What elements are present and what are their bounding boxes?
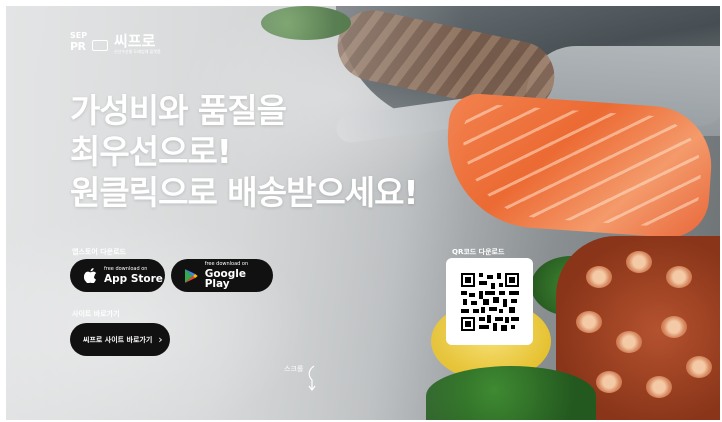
scroll-hint: 스크롤 — [284, 364, 318, 392]
qr-download-label: QR코드 다운로드 — [452, 248, 505, 256]
site-link-text: 씨프로 사이트 바로가기 — [83, 335, 153, 344]
app-download-label: 앱스토어 다운로드 — [72, 248, 126, 256]
site-link-button[interactable]: 씨프로 사이트 바로가기 › — [70, 323, 170, 356]
headline-line: 최우선으로! — [70, 132, 232, 171]
qr-code-icon — [460, 272, 519, 331]
scroll-arrow-icon — [308, 365, 316, 391]
app-store-label: App Store — [104, 272, 163, 285]
logo-mark-bottom: PR — [70, 40, 86, 53]
brand-tagline: 신선수산물 도매업체 플랫폼 — [114, 49, 161, 54]
chevron-right-icon: › — [158, 333, 163, 346]
google-play-label: Google Play — [204, 267, 246, 290]
scroll-hint-text: 스크롤 — [284, 365, 304, 373]
app-store-button[interactable]: free download on App Store — [70, 259, 165, 292]
hero-headline: 가성비와 품질을 최우선으로! 원클릭으로 배송받으세요! — [70, 90, 418, 213]
headline-line: 가성비와 품질을 — [70, 91, 287, 130]
google-play-button[interactable]: free download on Google Play — [171, 259, 273, 292]
apple-icon — [84, 268, 97, 283]
logo-mark: SEP PR — [70, 31, 110, 57]
brand-name: 씨프로 — [114, 32, 156, 50]
google-play-caption: free download on — [204, 260, 249, 267]
headline-line: 원클릭으로 배송받으세요! — [70, 173, 418, 212]
logo-mark-top: SEP — [70, 31, 88, 40]
qr-code-card[interactable] — [446, 258, 533, 345]
google-play-icon — [185, 268, 198, 283]
hero-banner: SEP PR 씨프로 신선수산물 도매업체 플랫폼 가성비와 품질을 최우선으로… — [6, 6, 720, 420]
truck-icon — [92, 40, 108, 51]
site-link-label: 사이트 바로가기 — [72, 310, 120, 318]
app-store-caption: free download on — [104, 265, 148, 272]
brand-logo[interactable]: SEP PR 씨프로 신선수산물 도매업체 플랫폼 — [70, 31, 161, 57]
